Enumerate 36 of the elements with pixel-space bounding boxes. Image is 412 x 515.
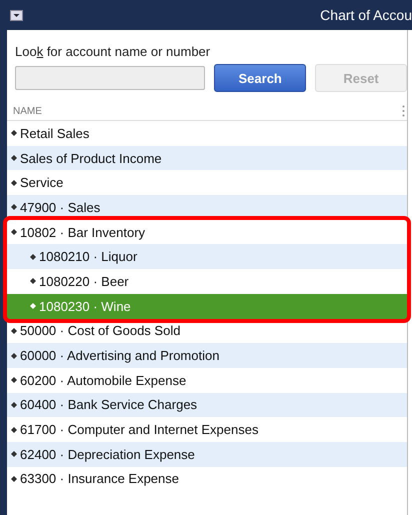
bullet-icon <box>11 204 17 210</box>
account-row[interactable]: 50000 · Cost of Goods Sold <box>7 318 407 344</box>
bullet-icon <box>11 377 17 384</box>
account-row[interactable]: Retail Sales <box>7 121 407 146</box>
account-row[interactable]: 63300 · Insurance Expense <box>7 466 407 492</box>
account-row[interactable]: 1080220 · Beer <box>7 269 407 294</box>
bullet-icon <box>11 426 17 433</box>
account-row[interactable]: 60400 · Bank Service Charges <box>7 392 407 418</box>
bullet-icon <box>11 328 17 334</box>
bullet-icon <box>11 402 17 408</box>
account-row[interactable]: 61700 · Computer and Internet Expenses <box>7 417 407 442</box>
window-title: Chart of Accou <box>320 7 412 23</box>
bullet-icon <box>11 130 17 136</box>
bullet-icon <box>11 352 17 359</box>
bullet-icon <box>11 451 17 458</box>
bullet-icon <box>11 476 17 482</box>
account-row[interactable]: 1080210 · Liquor <box>7 244 407 270</box>
account-row[interactable]: Sales of Product Income <box>7 146 407 170</box>
bullet-icon <box>30 278 36 284</box>
search-field[interactable] <box>15 66 206 90</box>
bullet-icon <box>11 155 17 162</box>
account-row[interactable]: 62400 · Depreciation Expense <box>7 442 407 467</box>
account-row[interactable]: 10802 · Bar Inventory <box>7 220 407 244</box>
account-row[interactable]: 60200 · Automobile Expense <box>7 368 407 393</box>
account-row[interactable]: Service <box>7 170 407 196</box>
bullet-icon <box>30 254 36 260</box>
bullet-icon <box>11 180 17 186</box>
account-row[interactable]: 1080230 · Wine <box>7 294 407 318</box>
bullet-icon <box>30 303 36 310</box>
bullet-icon <box>11 229 17 236</box>
search-button[interactable]: Search <box>214 64 306 92</box>
menu-icon[interactable] <box>10 10 23 20</box>
search-label: Look for account name or number <box>15 44 212 60</box>
account-row[interactable]: 60000 · Advertising and Promotion <box>7 343 407 368</box>
column-menu-icon[interactable] <box>402 105 405 117</box>
column-header[interactable]: NAME <box>13 106 42 116</box>
